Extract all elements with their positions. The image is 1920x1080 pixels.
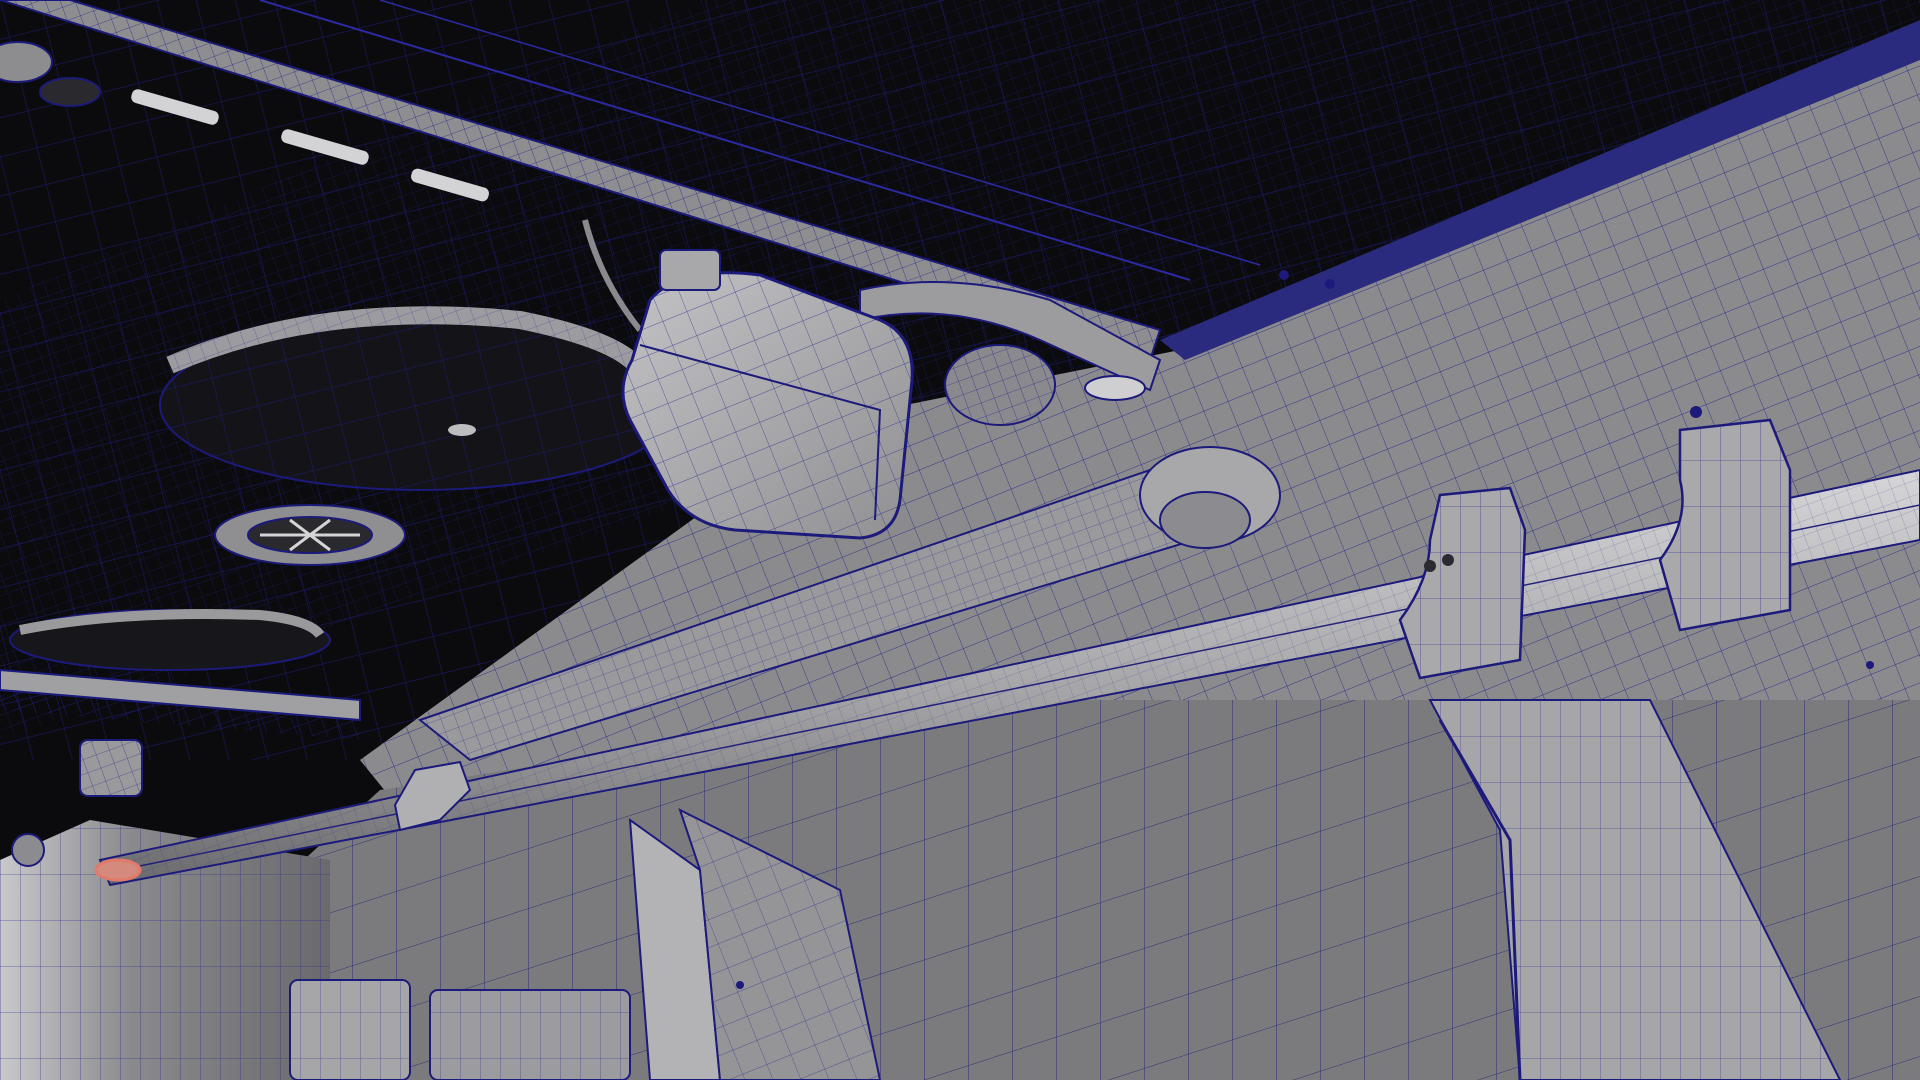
ceiling-light-disc-small[interactable] [9, 609, 331, 671]
ceiling-light-disc[interactable] [159, 306, 681, 491]
ceiling-vent-fan[interactable] [214, 504, 406, 566]
pipe-clamp-right[interactable] [1658, 406, 1792, 632]
3d-viewport[interactable] [0, 0, 1920, 1080]
pipe-end-selected[interactable] [94, 858, 142, 882]
